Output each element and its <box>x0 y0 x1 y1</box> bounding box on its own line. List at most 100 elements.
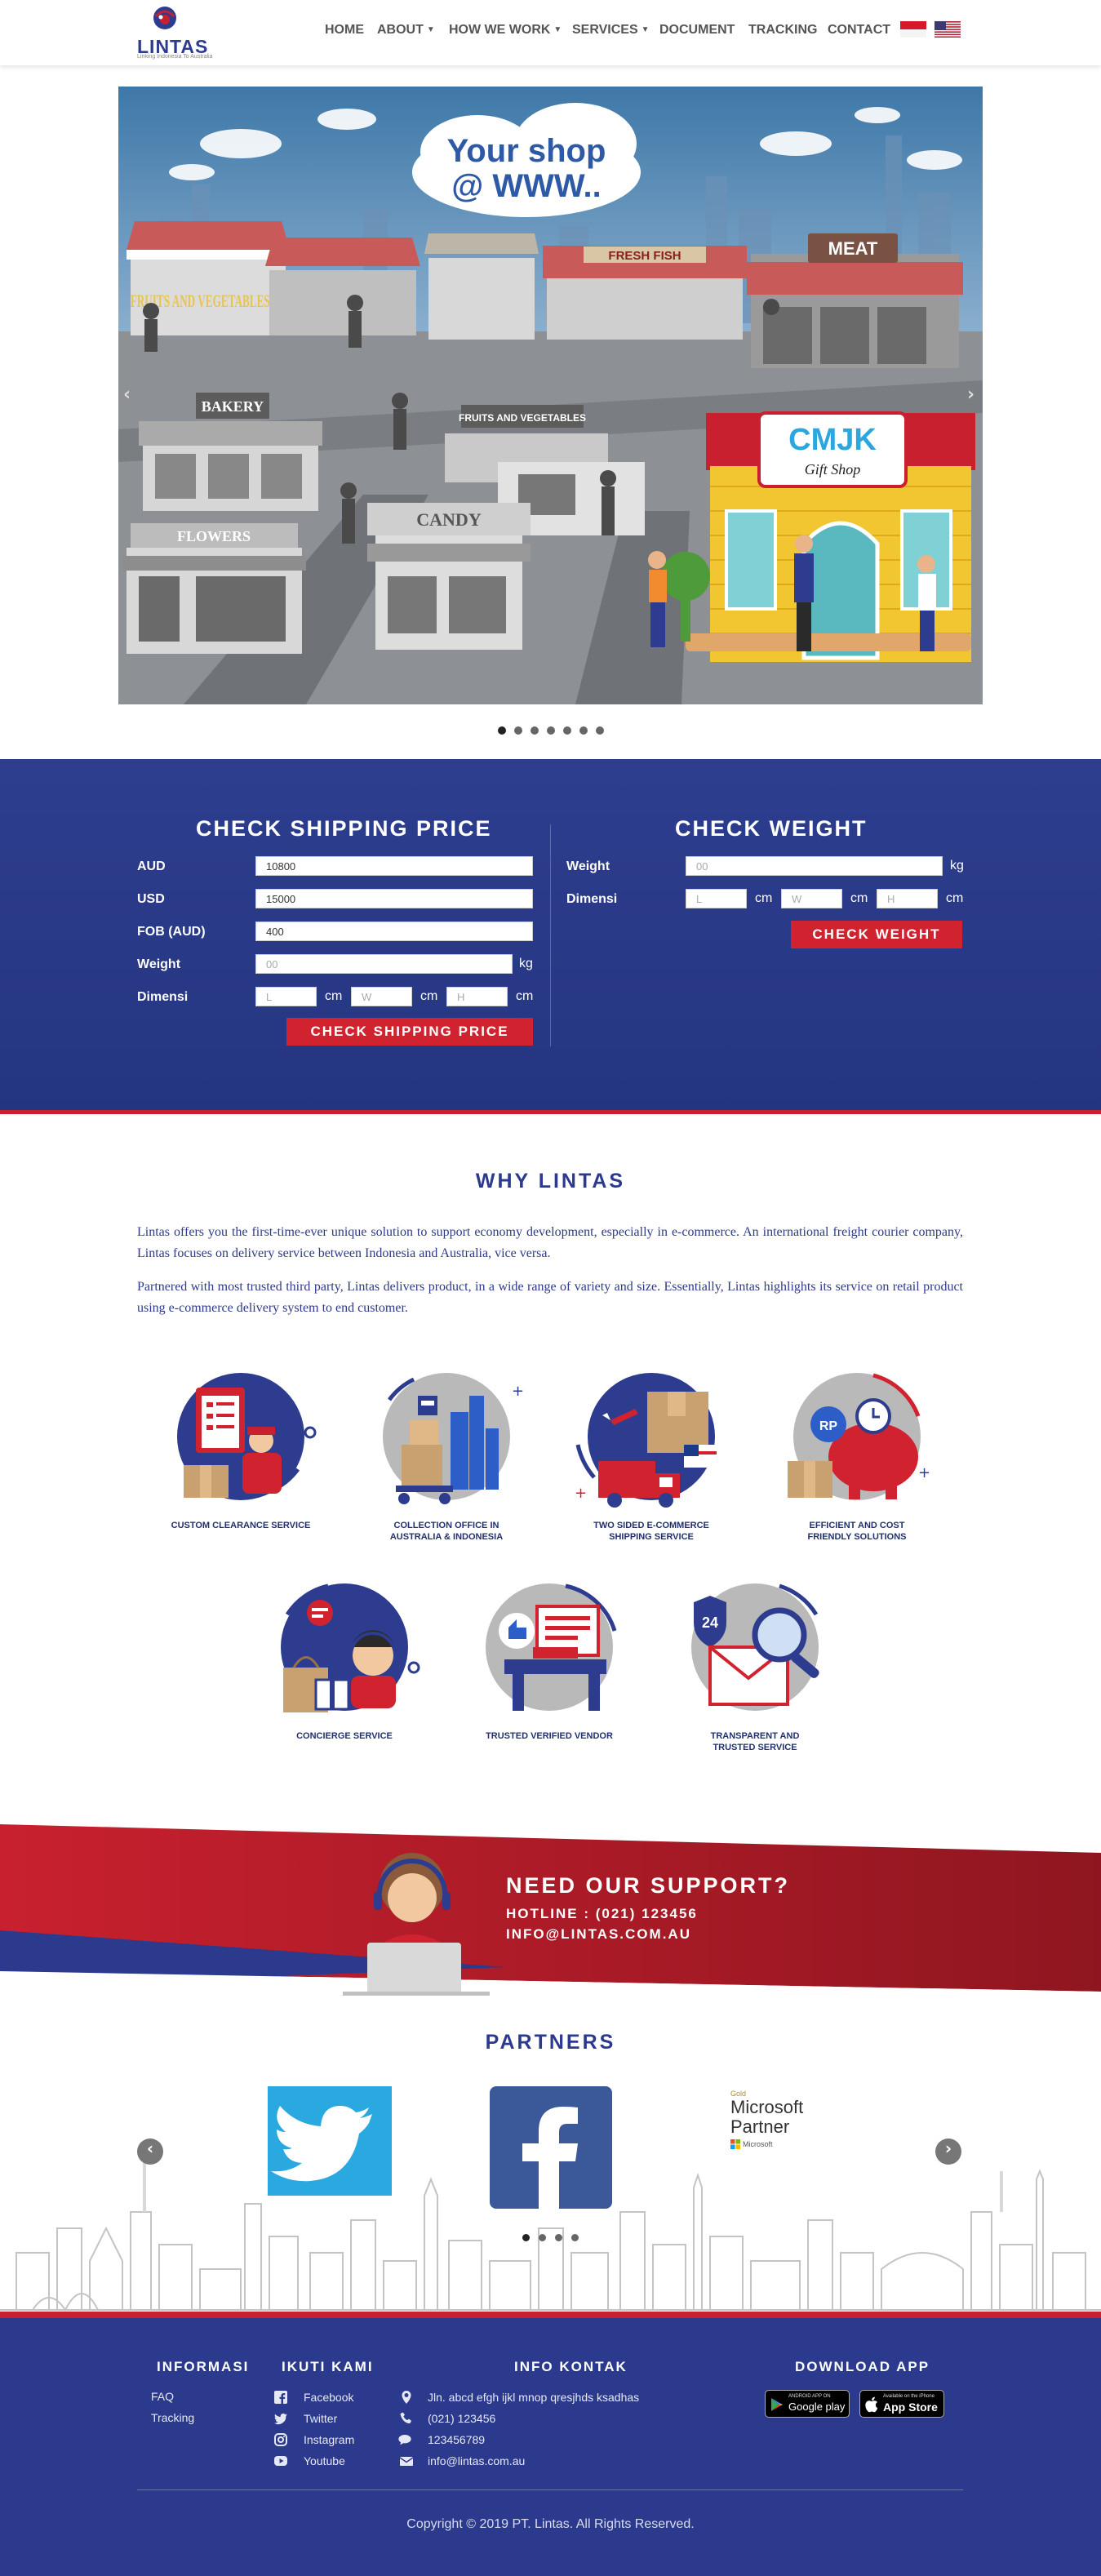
check-shipping-price-button[interactable]: CHECK SHIPPING PRICE <box>286 1018 533 1046</box>
microsoft-partner-logo[interactable]: Gold Microsoft Partner Microsoft <box>730 2090 828 2149</box>
footer-chat[interactable]: 123456789 <box>428 2433 485 2446</box>
youtube-icon <box>274 2456 287 2466</box>
carousel-dot[interactable] <box>539 2234 546 2241</box>
footer-ikuti-title: IKUTI KAMI <box>282 2359 374 2374</box>
hero-carousel[interactable]: Your shop @ WWW.. FRUITS AND VEGETABLES … <box>118 87 983 704</box>
carousel-dot[interactable] <box>547 726 555 735</box>
length-input[interactable]: L <box>255 987 317 1006</box>
indonesia-flag-icon[interactable] <box>900 21 926 38</box>
sign-gift-shop: Gift Shop <box>805 461 861 477</box>
svg-text:+: + <box>512 1383 524 1400</box>
carousel-dot[interactable] <box>514 726 522 735</box>
partners-next-arrow[interactable]: › <box>935 2139 961 2165</box>
google-play-button[interactable]: ANDROID APP ON Google play <box>765 2390 850 2418</box>
height-input[interactable]: H <box>446 987 508 1006</box>
carousel-dot[interactable] <box>498 726 506 735</box>
hero-cloud-line2: @ WWW.. <box>451 168 601 204</box>
cw-length-input[interactable]: L <box>686 889 747 908</box>
fob-input[interactable]: 400 <box>255 922 533 941</box>
length-unit: cm <box>325 989 343 1003</box>
aud-label: AUD <box>137 859 166 873</box>
chevron-down-icon: ▼ <box>553 25 562 34</box>
app-store-big-text: App Store <box>883 2401 938 2414</box>
google-play-icon <box>771 2398 783 2411</box>
footer-link-facebook[interactable]: Facebook <box>304 2391 353 2404</box>
check-weight-button[interactable]: CHECK WEIGHT <box>791 921 962 948</box>
weight-check-title: CHECK WEIGHT <box>675 816 868 841</box>
footer-link-twitter[interactable]: Twitter <box>304 2412 337 2425</box>
feature-label: CONCIERGE SERVICE <box>296 1731 393 1741</box>
carousel-dot[interactable] <box>596 726 604 735</box>
rp-badge: RP <box>819 1419 838 1433</box>
partners-prev-arrow[interactable]: ‹ <box>137 2139 163 2165</box>
section-divider <box>0 1110 1101 1114</box>
feature-label: EFFICIENT AND COST FRIENDLY SOLUTIONS <box>807 1521 907 1542</box>
instagram-icon <box>274 2433 287 2446</box>
nav-about[interactable]: ABOUT ▼ <box>377 23 435 38</box>
dimensi-label: Dimensi <box>137 990 189 1004</box>
24h-badge: 24 <box>702 1614 718 1631</box>
ms-small-label: Microsoft <box>743 2140 773 2148</box>
weight-input[interactable]: 00 <box>255 954 513 974</box>
nav-home[interactable]: HOME <box>325 23 364 38</box>
sign-fruits-vegetables: FRUITS AND VEGETABLES <box>459 412 586 424</box>
width-input[interactable]: W <box>351 987 412 1006</box>
twitter-partner-logo[interactable] <box>268 2086 392 2196</box>
svg-text:+: + <box>918 1464 930 1481</box>
footer-link-instagram[interactable]: Instagram <box>304 2433 354 2446</box>
footer-link-youtube[interactable]: Youtube <box>304 2454 345 2467</box>
nav-tracking[interactable]: TRACKING <box>748 23 817 38</box>
cw-width-input[interactable]: W <box>781 889 842 908</box>
footer-divider <box>137 2489 963 2490</box>
nav-services[interactable]: SERVICES ▼ <box>572 23 650 38</box>
cw-weight-input[interactable]: 00 <box>686 856 943 876</box>
partners-title: PARTNERS <box>485 2031 616 2054</box>
nav-how-we-work[interactable]: HOW WE WORK ▼ <box>449 23 562 38</box>
footer-email[interactable]: info@lintas.com.au <box>428 2454 525 2467</box>
feature-label: COLLECTION OFFICE IN AUSTRALIA & INDONESI… <box>389 1521 504 1542</box>
svg-text:+: + <box>575 1485 587 1502</box>
facebook-icon <box>274 2391 287 2404</box>
footer-address: Jln. abcd efgh ijkl mnop qresjhds ksadha… <box>428 2391 640 2404</box>
sign-candy: CANDY <box>416 509 482 530</box>
why-lintas-title: WHY LINTAS <box>475 1170 626 1193</box>
phone-icon <box>400 2412 411 2424</box>
mail-icon <box>400 2457 413 2466</box>
us-flag-icon[interactable] <box>935 21 961 38</box>
carousel-dot[interactable] <box>571 2234 579 2241</box>
footer-link-tracking[interactable]: Tracking <box>151 2411 194 2424</box>
width-unit: cm <box>420 989 438 1003</box>
carousel-dot[interactable] <box>531 726 539 735</box>
cw-dimensi-label: Dimensi <box>566 892 618 906</box>
nav-document[interactable]: DOCUMENT <box>659 23 735 38</box>
usd-input[interactable]: 15000 <box>255 889 533 908</box>
carousel-dot[interactable] <box>563 726 571 735</box>
sign-bakery: BAKERY <box>202 398 264 415</box>
shipping-price-title: CHECK SHIPPING PRICE <box>196 816 492 841</box>
hero-prev-arrow[interactable]: ‹ <box>123 384 131 405</box>
cw-height-input[interactable]: H <box>877 889 938 908</box>
support-email[interactable]: INFO@LINTAS.COM.AU <box>506 1926 691 1943</box>
app-store-button[interactable]: Available on the iPhone App Store <box>859 2390 944 2418</box>
footer-link-faq[interactable]: FAQ <box>151 2390 174 2403</box>
height-unit: cm <box>516 989 534 1003</box>
footer-phone[interactable]: (021) 123456 <box>428 2412 495 2425</box>
footer-kontak-title: INFO KONTAK <box>514 2359 628 2374</box>
feature-label: TRUSTED VERIFIED VENDOR <box>486 1731 613 1741</box>
hero-next-arrow[interactable]: › <box>967 384 974 405</box>
nav-contact[interactable]: CONTACT <box>828 23 890 38</box>
carousel-dot[interactable] <box>522 2234 530 2241</box>
google-play-small-text: ANDROID APP ON <box>788 2394 831 2399</box>
support-hotline[interactable]: HOTLINE : (021) 123456 <box>506 1906 698 1922</box>
carousel-dot[interactable] <box>579 726 588 735</box>
hero-cloud-line1: Your shop <box>447 133 606 169</box>
marketplace-illustration: Your shop @ WWW.. FRUITS AND VEGETABLES … <box>118 87 983 704</box>
chevron-down-icon: ▼ <box>426 25 435 34</box>
facebook-partner-logo[interactable] <box>490 2086 612 2209</box>
carousel-dot[interactable] <box>555 2234 562 2241</box>
cw-weight-unit: kg <box>950 859 964 873</box>
cw-length-unit: cm <box>755 891 773 905</box>
sign-fresh-fish: FRESH FISH <box>608 249 681 263</box>
cw-weight-label: Weight <box>566 859 610 873</box>
aud-input[interactable]: 10800 <box>255 856 533 876</box>
